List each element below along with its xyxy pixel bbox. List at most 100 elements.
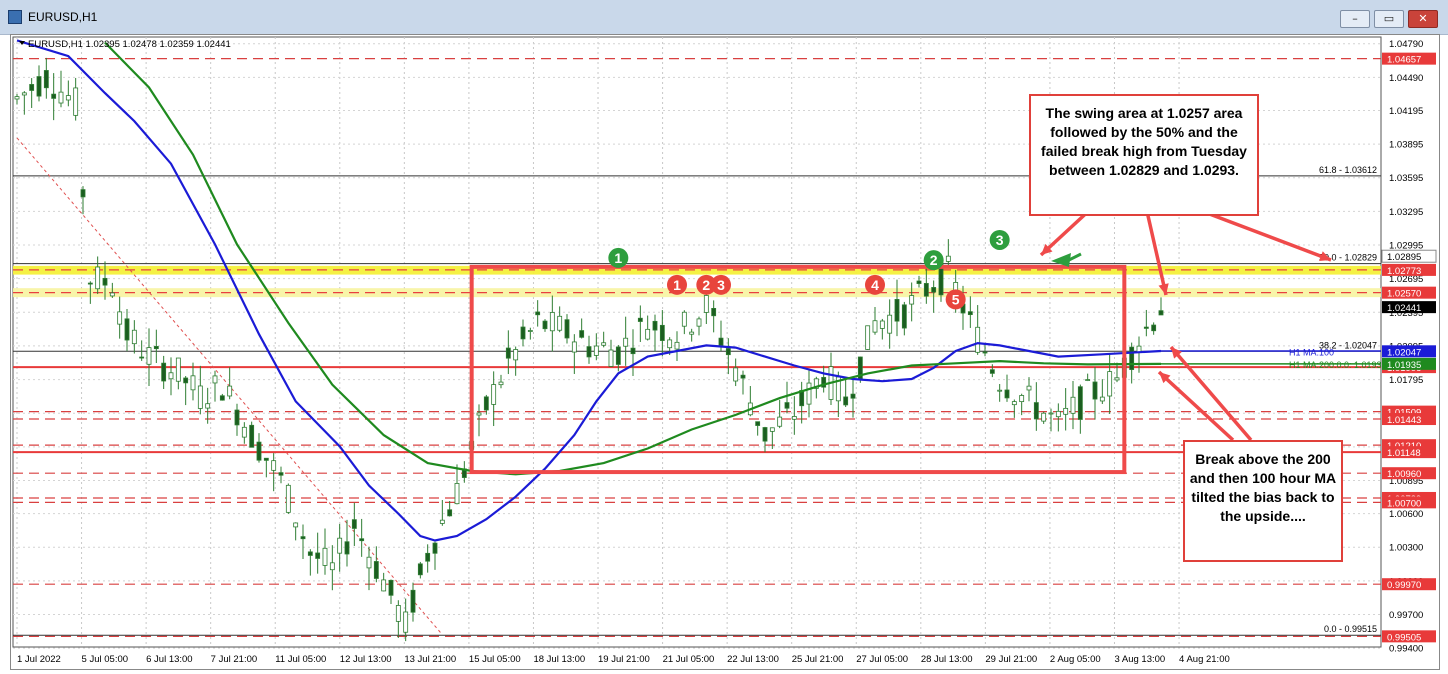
candle-body bbox=[432, 542, 438, 554]
candle-body bbox=[623, 337, 629, 347]
x-tick-label: 7 Jul 21:00 bbox=[211, 654, 257, 665]
candle-body bbox=[1063, 407, 1069, 415]
candle-body bbox=[791, 416, 797, 420]
candle-body bbox=[1033, 402, 1039, 420]
candle-body bbox=[901, 304, 907, 329]
candle-body bbox=[1158, 310, 1164, 316]
candle-body bbox=[696, 318, 702, 327]
candle-body bbox=[124, 318, 130, 341]
marker-number: 3 bbox=[717, 277, 725, 293]
price-level-label: 1.00960 bbox=[1387, 469, 1421, 480]
candle-body bbox=[520, 326, 526, 340]
price-level-label: 1.02773 bbox=[1387, 266, 1421, 277]
candle-body bbox=[975, 326, 981, 353]
candle-body bbox=[1151, 324, 1157, 332]
candle-body bbox=[21, 92, 27, 96]
candle-body bbox=[175, 357, 181, 382]
y-tick-label: 1.03595 bbox=[1389, 173, 1423, 184]
marker-number: 2 bbox=[702, 277, 710, 293]
candle-body bbox=[234, 409, 240, 426]
candle-body bbox=[989, 369, 995, 374]
candle-body bbox=[593, 345, 599, 356]
chart-icon bbox=[8, 10, 22, 24]
candle-body bbox=[403, 611, 409, 633]
candle-body bbox=[307, 551, 313, 556]
candle-body bbox=[65, 95, 71, 101]
candle-body bbox=[762, 427, 768, 442]
chart-window: EURUSD,H1 – ▭ ✕ 1 Jul 2022 5 Jul 05:00 6 J… bbox=[0, 0, 1448, 674]
candle-body bbox=[205, 403, 211, 409]
candle-body bbox=[109, 292, 115, 297]
x-tick-label: 21 Jul 05:00 bbox=[663, 654, 715, 665]
candle-body bbox=[425, 552, 431, 562]
candle-body bbox=[1099, 396, 1105, 402]
candle-body bbox=[337, 537, 343, 554]
candle-body bbox=[667, 339, 673, 349]
x-tick-label: 18 Jul 13:00 bbox=[533, 654, 585, 665]
fib-label: 0.0 - 0.99515 bbox=[1324, 624, 1377, 634]
candle-body bbox=[373, 561, 379, 579]
candle-body bbox=[256, 441, 262, 461]
x-tick-label: 3 Aug 13:00 bbox=[1114, 654, 1165, 665]
price-level-label: 1.01443 bbox=[1387, 415, 1421, 426]
ma-label: H1 MA:200:0:0: 1.01935 bbox=[1289, 360, 1387, 370]
candle-body bbox=[102, 277, 108, 286]
price-chart[interactable]: 1 Jul 2022 5 Jul 05:00 6 Jul 13:00 7 Jul 21… bbox=[10, 34, 1440, 670]
candle-body bbox=[146, 347, 152, 365]
candle-body bbox=[219, 395, 225, 401]
candle-body bbox=[997, 389, 1003, 392]
candle-body bbox=[212, 375, 218, 384]
y-tick-label: 1.03295 bbox=[1389, 207, 1423, 218]
candle-body bbox=[879, 320, 885, 329]
candle-body bbox=[322, 547, 328, 566]
candle-body bbox=[1107, 371, 1113, 397]
candle-body bbox=[1026, 385, 1032, 391]
candle-body bbox=[131, 329, 137, 345]
candle-body bbox=[241, 426, 247, 438]
candle-body bbox=[982, 351, 988, 354]
candle-body bbox=[227, 385, 233, 397]
candle-body bbox=[725, 348, 731, 356]
x-tick-label: 28 Jul 13:00 bbox=[921, 654, 973, 665]
candle-body bbox=[535, 311, 541, 316]
candle-body bbox=[608, 349, 614, 367]
candle-body bbox=[1129, 346, 1135, 370]
marker-number: 1 bbox=[614, 250, 622, 266]
minimize-button[interactable]: – bbox=[1340, 10, 1370, 28]
candle-body bbox=[29, 84, 35, 91]
price-level-label: 1.01148 bbox=[1387, 448, 1421, 459]
price-level-label: 1.04657 bbox=[1387, 55, 1421, 66]
candle-body bbox=[967, 311, 973, 316]
x-tick-label: 19 Jul 21:00 bbox=[598, 654, 650, 665]
candle-body bbox=[703, 295, 709, 313]
candle-body bbox=[733, 367, 739, 382]
close-button[interactable]: ✕ bbox=[1408, 10, 1438, 28]
marker-number: 4 bbox=[871, 277, 879, 293]
candle-body bbox=[865, 325, 871, 350]
candle-body bbox=[249, 424, 255, 448]
candle-body bbox=[300, 536, 306, 540]
candle-body bbox=[505, 347, 511, 359]
candle-body bbox=[916, 280, 922, 284]
candle-body bbox=[278, 472, 284, 476]
title-bar: EURUSD,H1 – ▭ ✕ bbox=[0, 0, 1448, 35]
candle-body bbox=[366, 556, 372, 569]
restore-button[interactable]: ▭ bbox=[1374, 10, 1404, 28]
candle-body bbox=[711, 307, 717, 317]
x-tick-label: 27 Jul 05:00 bbox=[856, 654, 908, 665]
resistance-band-lower bbox=[13, 288, 1381, 298]
x-tick-label: 15 Jul 05:00 bbox=[469, 654, 521, 665]
candle-body bbox=[117, 311, 123, 325]
y-tick-label: 1.04490 bbox=[1389, 73, 1423, 84]
candle-body bbox=[571, 341, 577, 353]
candle-body bbox=[197, 385, 203, 409]
x-tick-label: 6 Jul 13:00 bbox=[146, 654, 192, 665]
candle-body bbox=[579, 330, 585, 338]
y-tick-label: 0.99700 bbox=[1389, 610, 1423, 621]
candle-body bbox=[740, 374, 746, 379]
symbol-header: EURUSD,H1 1.02395 1.02478 1.02359 1.0244… bbox=[28, 39, 231, 50]
x-tick-label: 13 Jul 21:00 bbox=[404, 654, 456, 665]
candle-body bbox=[73, 87, 79, 116]
x-tick-label: 5 Jul 05:00 bbox=[82, 654, 128, 665]
candle-body bbox=[718, 337, 724, 346]
